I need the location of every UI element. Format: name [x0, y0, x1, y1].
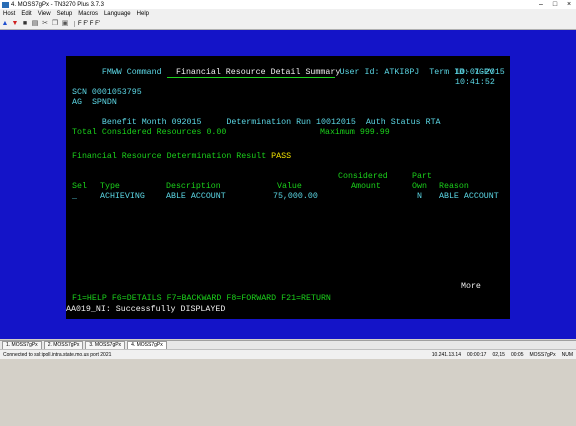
considered-header: Considered	[338, 172, 388, 181]
menu-view[interactable]: View	[35, 11, 54, 17]
result-value: PASS	[271, 152, 292, 161]
user-id-label: User Id:	[339, 68, 380, 77]
col-amount: Amount	[351, 182, 381, 191]
row-value: 75,000.00	[273, 192, 318, 201]
more-indicator: More	[461, 282, 481, 291]
maximize-icon[interactable]: □	[548, 0, 562, 9]
col-sel: Sel	[72, 182, 87, 191]
auth-status-value: RTA	[425, 118, 441, 127]
row-reason: ABLE ACCOUNT	[439, 192, 499, 201]
col-value: Value	[277, 182, 302, 191]
col-type: Type	[100, 182, 120, 191]
menu-setup[interactable]: Setup	[54, 11, 76, 17]
position-value: 00:05	[510, 351, 524, 358]
pf-key-buttons[interactable]: F F' F F'	[74, 20, 103, 27]
total-resources-label: Total Considered Resources	[72, 128, 202, 137]
copy-icon[interactable]: ❐	[51, 20, 59, 28]
maximum-label: Maximum	[320, 128, 355, 137]
session-name: MOSS7gPx	[529, 351, 556, 358]
connection-status: Connected to ssl:ipoll.intra.state.mo.us…	[3, 351, 112, 358]
window-title: 4. MOSS7gPx - TN3270 Plus 3.7.3	[11, 1, 104, 8]
row-own: N	[417, 192, 422, 201]
scn-label: SCN	[72, 88, 87, 97]
result-label: Financial Resource Determination Result	[72, 152, 267, 161]
menu-help[interactable]: Help	[134, 11, 152, 17]
determination-run-label: Determination Run	[226, 118, 312, 127]
user-id-value: ATKI8PJ	[384, 68, 420, 77]
close-icon[interactable]: ×	[562, 0, 576, 9]
elapsed-time: 00:00:17	[466, 351, 487, 358]
maximum-value: 999.99	[359, 128, 390, 137]
part-header: Part	[412, 172, 432, 181]
scn-value: 0001053795	[91, 88, 142, 97]
menu-macros[interactable]: Macros	[75, 11, 101, 17]
ag-value: SPNDN	[91, 98, 117, 107]
window-titlebar: 4. MOSS7gPx - TN3270 Plus 3.7.3 – □ ×	[0, 0, 576, 9]
command-label: FMWW Command	[101, 68, 162, 77]
cut-icon[interactable]: ✂	[41, 20, 49, 28]
menubar: Host Edit View Setup Macros Language Hel…	[0, 9, 576, 18]
row-type: ACHIEVING	[100, 192, 145, 201]
toolbar: ▲ ▼ ■ ▤ ✂ ❐ ▣ F F' F F'	[0, 18, 576, 30]
row-description: ABLE ACCOUNT	[166, 192, 226, 201]
col-reason: Reason	[439, 182, 469, 191]
menu-host[interactable]: Host	[0, 11, 18, 17]
print-icon[interactable]: ▤	[31, 20, 39, 28]
menu-language[interactable]: Language	[101, 11, 134, 17]
col-own: Own	[412, 182, 427, 191]
num-lock: NUM	[561, 351, 573, 358]
terminal-screen[interactable]: FMWW Command User Id: ATKI8PJ Term ID: 7…	[66, 56, 510, 319]
total-resources-value: 0.00	[206, 128, 227, 137]
page-title: Financial Resource Detail Summary	[176, 68, 341, 77]
benefit-month-label: Benefit Month	[101, 118, 167, 127]
ag-label: AG	[72, 98, 82, 107]
window-controls: – □ ×	[534, 0, 576, 9]
row-sel-input[interactable]: _	[72, 192, 77, 202]
auth-status-label: Auth Status	[365, 118, 421, 127]
col-description: Description	[166, 182, 221, 191]
arrow-down-icon[interactable]: ▼	[11, 20, 19, 28]
paste-icon[interactable]: ▣	[61, 20, 69, 28]
benefit-month-value: 092015	[171, 118, 202, 127]
app-icon	[2, 1, 9, 8]
save-icon[interactable]: ■	[21, 20, 29, 28]
menu-edit[interactable]: Edit	[18, 11, 34, 17]
ip-address: 10.241.13.14	[431, 351, 461, 358]
screen-time: 10:41:52	[455, 78, 495, 87]
arrow-up-icon[interactable]: ▲	[1, 20, 9, 28]
pf-keys-line: F1=HELP F6=DETAILS F7=BACKWARD F8=FORWAR…	[72, 294, 331, 303]
determination-run-value: 10012015	[316, 118, 356, 127]
terminal-area: FMWW Command User Id: ATKI8PJ Term ID: 7…	[0, 30, 576, 339]
status-message: AA019_NI: Successfully DISPLAYED	[66, 305, 226, 314]
minimize-icon[interactable]: –	[534, 0, 548, 9]
cursor-position: 02,15	[492, 351, 505, 358]
screen-date: 10-01-2015	[455, 68, 505, 77]
